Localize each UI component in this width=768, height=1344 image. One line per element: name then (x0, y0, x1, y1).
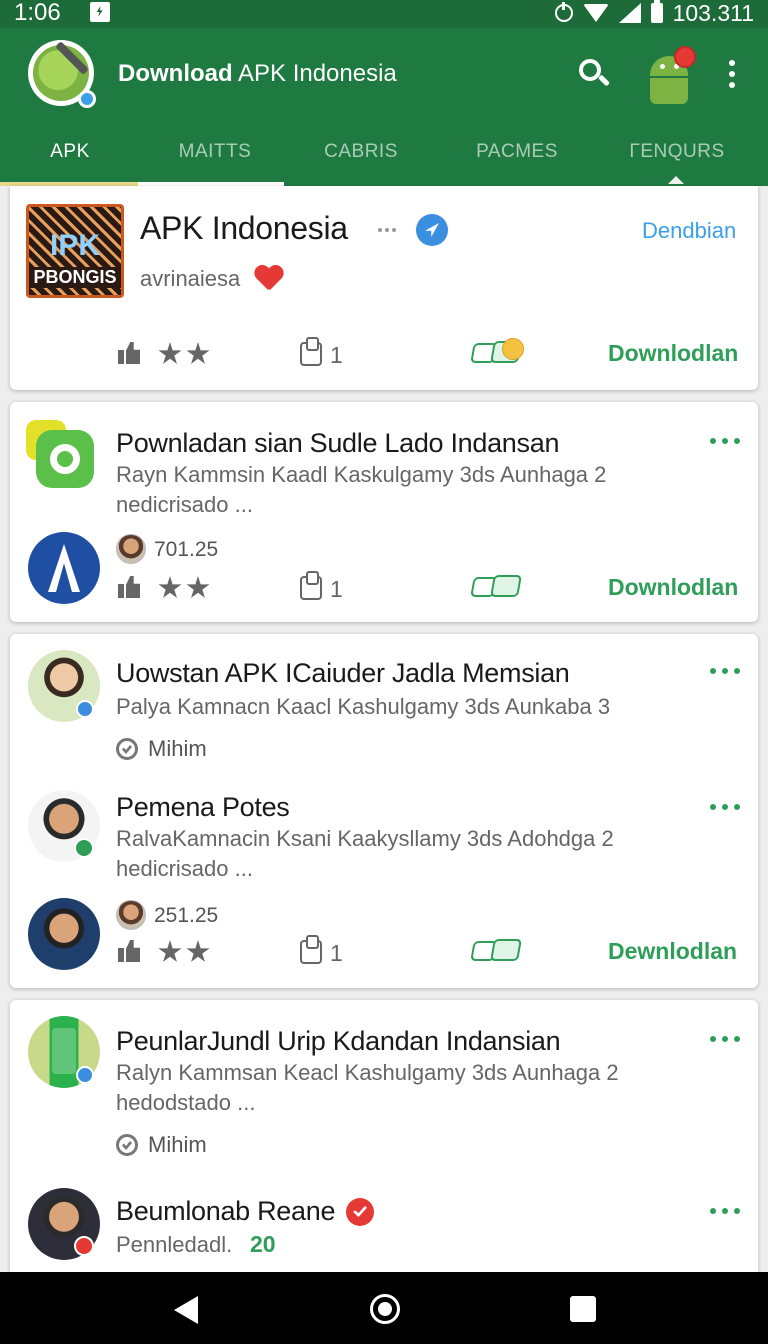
app-title-rest: APK Indonesia (232, 60, 397, 87)
status-time: 1:06 (14, 0, 61, 26)
app-card-2[interactable]: Pownladan sian Sudle Lado Indansan Rayn … (10, 402, 758, 622)
app-card-apk-indonesia[interactable]: IPK PBONGIS APK Indonesia Dendbian avrin… (10, 186, 758, 390)
card-title: Pemena Potes (116, 792, 290, 822)
emoji-icon (502, 338, 524, 360)
meta-label: Pennledadl. (116, 1232, 233, 1257)
card-description: Ralyn Kammsan Keacl Kashulgamy 3ds Aunha… (116, 1060, 619, 1115)
star-icon (158, 576, 182, 598)
thumb-up-icon[interactable] (118, 940, 138, 962)
card-title: Pownladan sian Sudle Lado Indansan (116, 428, 560, 458)
status-label: Mihim (148, 736, 207, 761)
chat-icon[interactable] (470, 575, 522, 599)
card-title: Beumlonab Reane (116, 1196, 336, 1226)
app-logo-icon[interactable] (28, 40, 96, 108)
user-mini-avatar (116, 534, 146, 564)
card-stat: 701.25 (154, 538, 219, 561)
card-description: RalvaKamnacin Ksani Kaakysllamy 3ds Adoh… (116, 826, 614, 881)
android-profile-button[interactable] (644, 46, 702, 104)
more-options-icon[interactable] (710, 1036, 740, 1044)
status-label: Mihim (148, 1132, 207, 1157)
verified-small-icon (76, 1066, 94, 1084)
app-card-4[interactable]: PeunlarJundl Urip Kdandan Indansian Raly… (10, 1000, 758, 1290)
tab-pacmes[interactable]: PACMES (444, 134, 590, 186)
search-button[interactable] (576, 56, 612, 92)
online-badge-icon (74, 838, 94, 858)
system-nav-bar (0, 1272, 768, 1344)
more-options-icon[interactable] (710, 438, 740, 446)
card-title: Uowstan APK ICaiuder Jadla Memsian (116, 658, 570, 688)
clipboard-icon[interactable] (300, 337, 322, 366)
status-icons: 103.311 (554, 0, 754, 26)
overflow-menu-button[interactable] (722, 60, 742, 90)
home-icon[interactable] (370, 1294, 400, 1324)
download-button[interactable]: Dewnlodlan (608, 938, 737, 965)
star-icon (158, 940, 182, 962)
verified-small-icon (76, 700, 94, 718)
heart-icon (254, 266, 282, 292)
more-options-icon[interactable] (710, 804, 740, 812)
star-icon (158, 342, 182, 364)
star-icon (186, 576, 210, 598)
card-subtitle: avrinaiesa (140, 266, 241, 291)
clipboard-icon[interactable] (300, 571, 322, 600)
signal-icon (618, 3, 641, 23)
clipboard-icon[interactable] (300, 935, 322, 964)
tab-bar: APK MAITTS CABRIS PACMES ΓENQURS (0, 134, 768, 186)
battery-icon (650, 0, 663, 23)
wifi-icon (582, 4, 609, 22)
more-options-icon[interactable] (710, 1208, 740, 1216)
status-level: 103.311 (672, 0, 754, 26)
card-title: APK Indonesia (140, 210, 348, 246)
notification-icon (90, 2, 110, 22)
verified-red-icon (346, 1198, 374, 1226)
tab-maitts[interactable]: MAITTS (142, 134, 288, 186)
apk-logo-bottom: PBONGIS (29, 267, 121, 288)
notification-badge (674, 46, 696, 68)
back-icon[interactable] (174, 1296, 198, 1324)
user-mini-avatar (116, 900, 146, 930)
status-bar: 1:06 103.311 (0, 0, 768, 28)
share-count: 1 (330, 576, 343, 602)
star-icon (186, 342, 210, 364)
card-description: Rayn Kammsin Kaadl Kaskulgamy 3ds Aunhag… (116, 462, 607, 517)
user-avatar[interactable] (28, 898, 100, 970)
share-count: 1 (330, 342, 343, 368)
download-button[interactable]: Downlodlan (608, 574, 738, 601)
download-button[interactable]: Downlodlan (608, 340, 738, 367)
star-icon (186, 940, 210, 962)
verified-icon (416, 214, 448, 246)
apk-logo-top: IPK (49, 229, 100, 262)
meta-value: 20 (250, 1231, 276, 1257)
developer-avatar[interactable] (28, 532, 100, 604)
tab-cabris[interactable]: CABRIS (288, 134, 434, 186)
card-description: Palya Kamnacn Kaacl Kashulgamy 3ds Aunka… (116, 694, 611, 719)
chat-icon[interactable] (470, 939, 522, 963)
app-bar: Download APK Indonesia APK MAITTS CABRIS… (0, 28, 768, 186)
share-count: 1 (330, 940, 343, 966)
recent-apps-icon[interactable] (570, 1296, 596, 1322)
more-options-icon[interactable] (710, 668, 740, 676)
thumb-up-icon[interactable] (118, 576, 138, 598)
tab-caret (668, 176, 684, 184)
app-card-3[interactable]: Uowstan APK ICaiuder Jadla Memsian Palya… (10, 634, 758, 988)
follow-link[interactable]: Dendbian (642, 218, 736, 244)
check-circle-icon (116, 738, 138, 760)
badge-icon (74, 1236, 94, 1256)
tab-apk[interactable]: APK (0, 134, 140, 186)
more-horizontal-icon[interactable] (378, 228, 398, 234)
card-stat: 251.25 (154, 904, 219, 927)
app-title: Download APK Indonesia (118, 58, 397, 90)
alarm-icon (554, 2, 573, 22)
app-icon-gear (26, 420, 96, 492)
check-circle-icon (116, 1134, 138, 1156)
apk-logo: IPK PBONGIS (26, 204, 124, 298)
card-title: PeunlarJundl Urip Kdandan Indansian (116, 1026, 561, 1056)
app-title-bold: Download (118, 60, 233, 87)
thumb-up-icon[interactable] (118, 342, 138, 364)
